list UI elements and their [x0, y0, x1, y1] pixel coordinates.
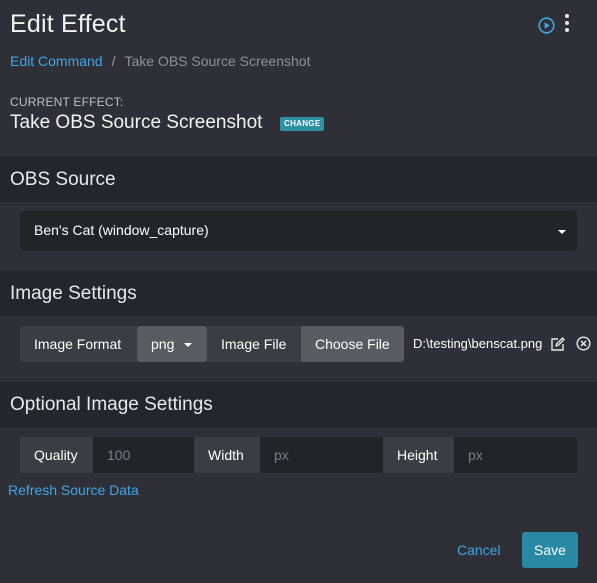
breadcrumb-edit-command-link[interactable]: Edit Command [10, 53, 103, 69]
breadcrumb: Edit Command / Take OBS Source Screenshot [10, 53, 310, 69]
choose-file-button[interactable]: Choose File [301, 326, 404, 362]
image-format-label: Image Format [20, 326, 137, 362]
obs-source-title: OBS Source [10, 169, 116, 190]
current-effect-name: Take OBS Source Screenshot [10, 112, 263, 133]
play-circle-icon[interactable] [538, 17, 555, 34]
quality-input[interactable]: 100 [93, 437, 194, 473]
change-effect-button[interactable]: CHANGE [280, 117, 325, 131]
chevron-down-icon [184, 343, 192, 347]
image-file-label: Image File [207, 326, 301, 362]
optional-settings-section-header: Optional Image Settings [0, 382, 597, 427]
edit-icon[interactable] [549, 336, 566, 353]
obs-source-select[interactable]: Ben's Cat (window_capture) [20, 211, 577, 251]
optional-settings-title: Optional Image Settings [10, 394, 213, 415]
dialog-header: Edit Effect Edit Command / Take OBS Source… [0, 0, 597, 157]
quality-label: Quality [20, 437, 93, 473]
breadcrumb-separator: / [111, 53, 116, 69]
width-label: Width [194, 437, 260, 473]
height-input[interactable]: px [454, 437, 577, 473]
image-settings-title: Image Settings [10, 283, 137, 304]
save-button[interactable]: Save [522, 532, 578, 568]
obs-source-selected-value: Ben's Cat (window_capture) [34, 222, 209, 238]
chevron-down-icon [558, 230, 566, 234]
current-effect-label: CURRENT EFFECT: [10, 95, 124, 109]
image-settings-section-header: Image Settings [0, 271, 597, 316]
width-input[interactable]: px [260, 437, 383, 473]
image-format-value: png [151, 336, 175, 352]
more-vertical-icon[interactable] [562, 14, 572, 36]
breadcrumb-current: Take OBS Source Screenshot [124, 53, 311, 69]
height-label: Height [383, 437, 454, 473]
image-file-path: D:\testing\benscat.png [413, 336, 543, 351]
obs-source-section-header: OBS Source [0, 157, 597, 202]
refresh-source-data-link[interactable]: Refresh Source Data [8, 482, 139, 498]
clear-icon[interactable] [576, 336, 591, 351]
image-format-dropdown[interactable]: png [137, 326, 207, 362]
cancel-button[interactable]: Cancel [457, 542, 501, 558]
dialog-title: Edit Effect [10, 10, 126, 38]
